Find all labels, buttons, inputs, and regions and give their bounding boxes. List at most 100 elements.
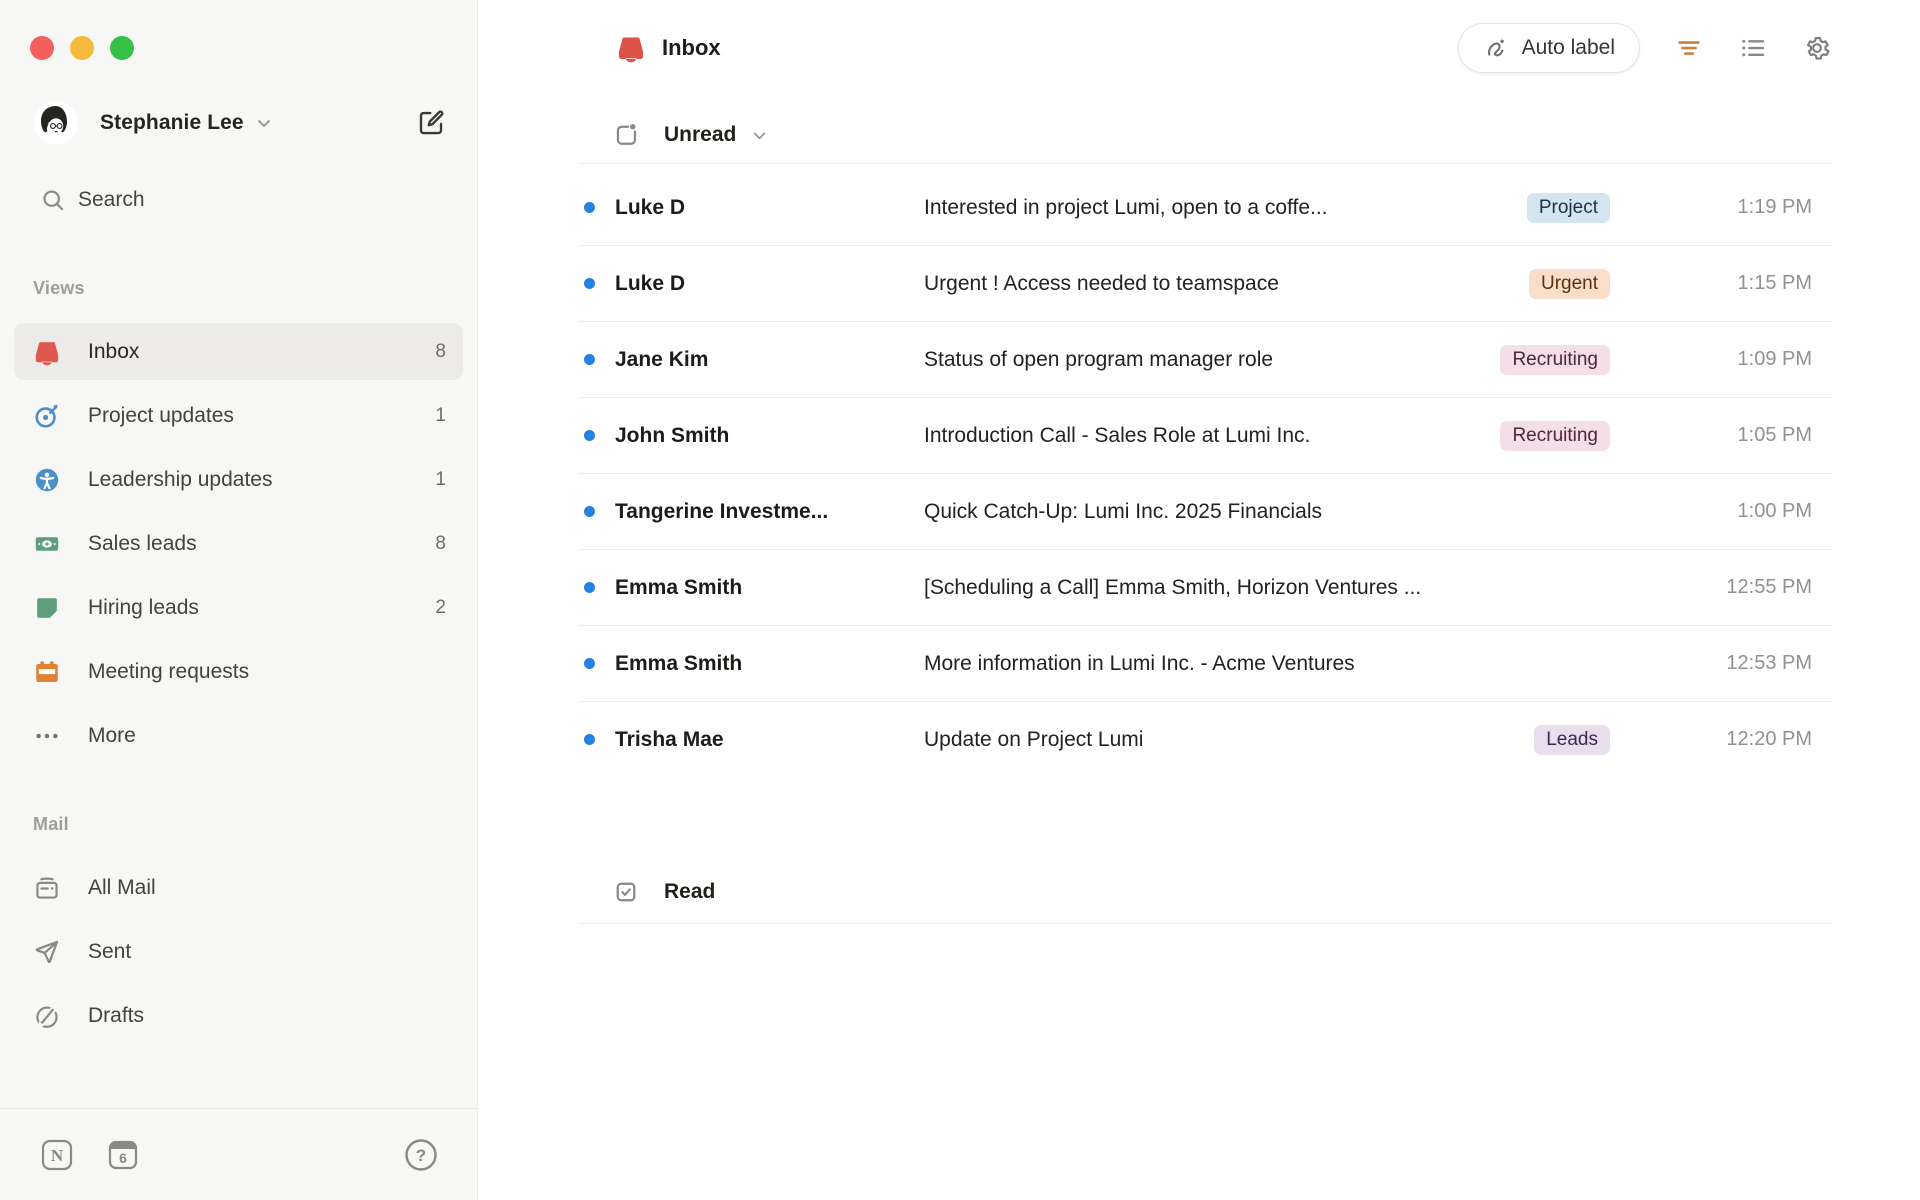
sidebar-item-label: Sent — [88, 939, 132, 963]
draft-pencil-icon — [33, 1002, 61, 1030]
label-badge: Urgent — [1528, 268, 1610, 299]
unread-dot-icon — [584, 278, 595, 289]
email-row[interactable]: Luke D Urgent ! Access needed to teamspa… — [478, 246, 1920, 321]
email-subject: Interested in project Lumi, open to a co… — [924, 195, 1328, 219]
sidebar-item-label: Meeting requests — [88, 659, 250, 683]
email-subject: Update on Project Lumi — [924, 727, 1144, 751]
inbox-icon — [616, 33, 646, 63]
email-row[interactable]: Emma Smith More information in Lumi Inc.… — [478, 626, 1920, 701]
calendar-icon — [33, 658, 61, 686]
notion-logo-icon[interactable]: N — [40, 1138, 74, 1172]
email-subject: Status of open program manager role — [924, 347, 1274, 371]
auto-label-icon — [1483, 35, 1510, 62]
sidebar-item-sales-leads[interactable]: Sales leads 8 — [14, 515, 463, 572]
email-row[interactable]: Trisha Mae Update on Project Lumi Leads … — [478, 702, 1920, 777]
page-title: Inbox — [662, 35, 721, 60]
unread-dot-icon — [584, 582, 595, 593]
zoom-window-button[interactable] — [110, 36, 134, 60]
label-badge: Recruiting — [1500, 344, 1610, 375]
search-icon — [40, 187, 66, 213]
sidebar-footer: N 6 ? — [0, 1108, 477, 1200]
chevron-down-icon — [254, 113, 274, 133]
email-sender: Jane Kim — [615, 347, 709, 371]
svg-text:N: N — [51, 1146, 64, 1165]
unread-group-label: Unread — [664, 123, 737, 146]
auto-label-text: Auto label — [1521, 36, 1615, 59]
label-badge: Project — [1526, 192, 1610, 223]
settings-gear-icon[interactable] — [1802, 33, 1832, 63]
email-time: 1:19 PM — [1737, 196, 1812, 218]
email-sender: Tangerine Investme... — [615, 499, 829, 523]
money-icon — [33, 530, 61, 558]
sidebar-item-leadership-updates[interactable]: Leadership updates 1 — [14, 451, 463, 508]
email-time: 12:20 PM — [1726, 728, 1812, 750]
inbox-icon — [33, 338, 61, 366]
close-window-button[interactable] — [30, 36, 54, 60]
sidebar-item-more[interactable]: More — [14, 707, 463, 764]
unread-dot-icon — [584, 202, 595, 213]
sidebar-item-meeting-requests[interactable]: Meeting requests — [14, 643, 463, 700]
sidebar-item-inbox[interactable]: Inbox 8 — [14, 323, 463, 380]
email-row[interactable]: Jane Kim Status of open program manager … — [478, 322, 1920, 397]
help-icon[interactable]: ? — [403, 1137, 439, 1173]
email-row[interactable]: Luke D Interested in project Lumi, open … — [478, 170, 1920, 245]
compose-button[interactable] — [416, 108, 446, 138]
auto-label-button[interactable]: Auto label — [1457, 23, 1640, 73]
unread-dot-icon — [584, 354, 595, 365]
email-row[interactable]: Emma Smith [Scheduling a Call] Emma Smit… — [478, 550, 1920, 625]
sidebar-item-label: Hiring leads — [88, 595, 199, 619]
search-label: Search — [78, 188, 145, 211]
sidebar-item-count: 2 — [435, 596, 446, 618]
app-window: Stephanie Lee Search Views Inbox 8 Proje… — [0, 0, 1920, 1200]
filter-button[interactable] — [1674, 33, 1704, 63]
search-button[interactable]: Search — [14, 179, 463, 221]
paper-plane-icon — [33, 938, 61, 966]
main-content: Inbox Auto label Unread Luke D Intereste… — [478, 0, 1920, 1200]
sidebar-item-label: More — [88, 723, 136, 747]
email-subject: Urgent ! Access needed to teamspace — [924, 271, 1279, 295]
mark-unread-icon — [612, 121, 640, 149]
unread-dot-icon — [584, 658, 595, 669]
sidebar-item-count: 1 — [435, 404, 446, 426]
sidebar-item-label: Project updates — [88, 403, 234, 427]
unread-group-header[interactable]: Unread — [612, 121, 1920, 149]
sidebar-item-project-updates[interactable]: Project updates 1 — [14, 387, 463, 444]
read-checkbox-icon — [612, 878, 640, 906]
ellipsis-icon — [33, 722, 61, 750]
sidebar-item-hiring-leads[interactable]: Hiring leads 2 — [14, 579, 463, 636]
email-subject: Introduction Call - Sales Role at Lumi I… — [924, 423, 1311, 447]
read-group-label: Read — [664, 880, 716, 903]
target-icon — [33, 402, 61, 430]
main-header: Inbox Auto label — [478, 0, 1920, 96]
minimize-window-button[interactable] — [70, 36, 94, 60]
sidebar-item-label: Inbox — [88, 339, 140, 363]
svg-text:6: 6 — [119, 1150, 127, 1166]
sidebar-item-sent[interactable]: Sent — [14, 923, 463, 980]
email-time: 12:55 PM — [1726, 576, 1812, 598]
views-section-label: Views — [33, 278, 85, 298]
sidebar-item-count: 8 — [435, 532, 446, 554]
sidebar-item-all-mail[interactable]: All Mail — [14, 859, 463, 916]
account-switcher[interactable]: Stephanie Lee — [34, 101, 446, 145]
divider — [578, 163, 1833, 164]
calendar-app-icon[interactable]: 6 — [106, 1138, 140, 1172]
unread-dot-icon — [584, 430, 595, 441]
list-view-button[interactable] — [1738, 33, 1768, 63]
divider — [578, 923, 1833, 924]
read-group-header[interactable]: Read — [612, 878, 1920, 906]
sidebar-item-drafts[interactable]: Drafts — [14, 987, 463, 1044]
email-time: 1:05 PM — [1737, 424, 1812, 446]
views-list: Inbox 8 Project updates 1 Leadership upd… — [0, 323, 477, 764]
email-sender: Luke D — [615, 271, 686, 295]
user-name: Stephanie Lee — [100, 111, 244, 134]
email-row[interactable]: Tangerine Investme... Quick Catch-Up: Lu… — [478, 474, 1920, 549]
sidebar-item-label: All Mail — [88, 875, 156, 899]
mail-stack-icon — [33, 874, 61, 902]
email-subject: Quick Catch-Up: Lumi Inc. 2025 Financial… — [924, 499, 1323, 523]
sidebar-item-label: Sales leads — [88, 531, 197, 555]
label-badge: Leads — [1534, 724, 1610, 755]
email-sender: John Smith — [615, 423, 730, 447]
email-sender: Emma Smith — [615, 575, 743, 599]
mail-list: All Mail Sent Drafts — [0, 859, 477, 1044]
email-row[interactable]: John Smith Introduction Call - Sales Rol… — [478, 398, 1920, 473]
